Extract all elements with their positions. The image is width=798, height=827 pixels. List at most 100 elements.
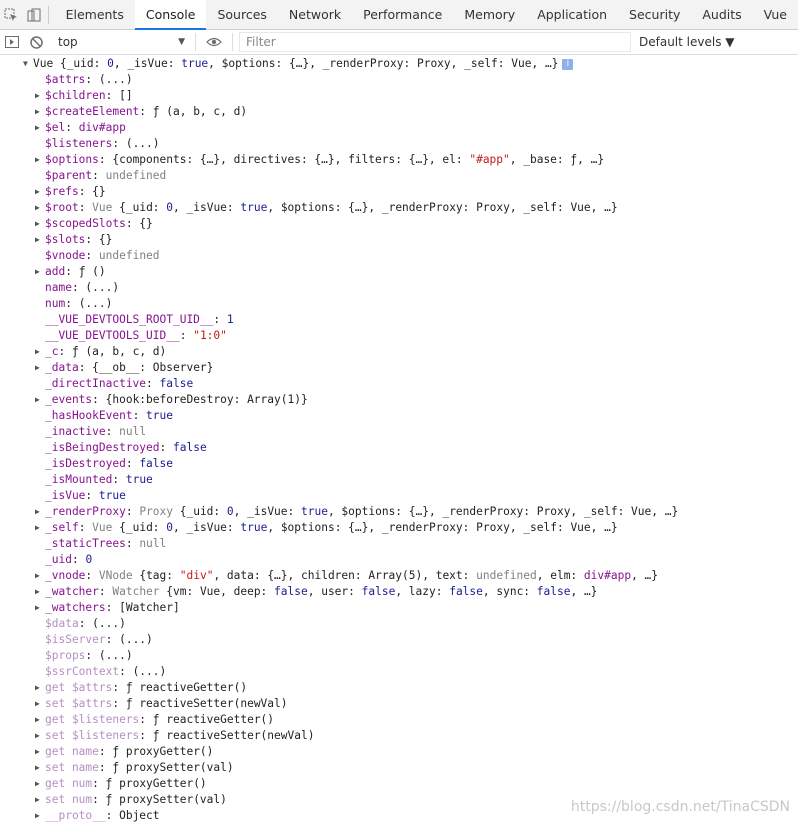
console-tree-row[interactable]: ▶ $scopedSlots: {} — [0, 216, 798, 232]
console-row-content: _isMounted: true — [45, 472, 153, 488]
property-key: _events — [45, 393, 93, 406]
live-expression-eye-icon[interactable] — [202, 30, 226, 54]
console-output[interactable]: ▼ Vue {_uid: 0, _isVue: true, $options: {… — [0, 55, 798, 824]
console-tree-row[interactable]: ▶ set $listeners: ƒ reactiveSetter(newVal… — [0, 728, 798, 744]
console-tree-row[interactable]: ▶ set name: ƒ proxySetter(val) — [0, 760, 798, 776]
expand-arrow-icon[interactable]: ▶ — [35, 120, 43, 136]
expand-arrow-icon[interactable]: ▶ — [35, 680, 43, 696]
console-tree-row[interactable]: ▶ _renderProxy: Proxy {_uid: 0, _isVue: t… — [0, 504, 798, 520]
console-tree-row[interactable]: ▶ _c: ƒ (a, b, c, d) — [0, 344, 798, 360]
console-tree-row: _isDestroyed: false — [0, 456, 798, 472]
expand-arrow-icon[interactable]: ▶ — [35, 88, 43, 104]
property-value: true — [240, 521, 268, 534]
device-toolbar-icon[interactable] — [23, 0, 46, 29]
tab-memory[interactable]: Memory — [453, 0, 526, 29]
console-row-content: name: (...) — [45, 280, 119, 296]
expand-arrow-icon[interactable]: ▶ — [35, 216, 43, 232]
property-key: _isMounted — [45, 473, 113, 486]
console-tree-row[interactable]: ▶ $slots: {} — [0, 232, 798, 248]
expand-arrow-icon[interactable]: ▶ — [35, 600, 43, 616]
console-tree-row[interactable]: ▶ get $attrs: ƒ reactiveGetter() — [0, 680, 798, 696]
console-tree-row[interactable]: ▶ $el: div#app — [0, 120, 798, 136]
console-tree-row[interactable]: ▶ add: ƒ () — [0, 264, 798, 280]
tab-security[interactable]: Security — [618, 0, 691, 29]
expand-arrow-icon[interactable]: ▶ — [35, 584, 43, 600]
console-tree-row[interactable]: ▶ _vnode: VNode {tag: "div", data: {…}, c… — [0, 568, 798, 584]
property-value: ƒ proxyGetter() — [105, 777, 207, 790]
console-row-content: __VUE_DEVTOOLS_UID__: "1:0" — [45, 328, 227, 344]
property-value: 0 — [226, 505, 234, 518]
expand-arrow-icon[interactable]: ▶ — [35, 744, 43, 760]
console-tree-row[interactable]: ▶ $root: Vue {_uid: 0, _isVue: true, $opt… — [0, 200, 798, 216]
property-value: : — [65, 265, 79, 278]
tab-vue[interactable]: Vue — [753, 0, 798, 29]
property-value: , user: — [307, 585, 362, 598]
info-icon[interactable]: i — [562, 58, 574, 70]
expand-arrow-icon[interactable]: ▶ — [35, 568, 43, 584]
expand-arrow-icon[interactable]: ▶ — [35, 808, 43, 824]
console-tree-row[interactable]: ▶ set $attrs: ƒ reactiveSetter(newVal) — [0, 696, 798, 712]
expand-arrow-icon[interactable]: ▶ — [35, 344, 43, 360]
show-sidebar-icon[interactable] — [0, 30, 24, 54]
console-row-content: $createElement: ƒ (a, b, c, d) — [45, 104, 247, 120]
property-value: : — [132, 409, 147, 422]
console-tree-row: __VUE_DEVTOOLS_ROOT_UID__: 1 — [0, 312, 798, 328]
expand-arrow-icon[interactable]: ▶ — [35, 776, 43, 792]
tab-performance[interactable]: Performance — [352, 0, 453, 29]
tab-sources[interactable]: Sources — [206, 0, 277, 29]
property-value: {_uid: — [119, 201, 167, 214]
console-tree-row[interactable]: ▶ _self: Vue {_uid: 0, _isVue: true, $opt… — [0, 520, 798, 536]
console-tree-row[interactable]: ▼ Vue {_uid: 0, _isVue: true, $options: {… — [0, 56, 798, 72]
console-tree-row[interactable]: ▶ _events: {hook:beforeDestroy: Array(1)} — [0, 392, 798, 408]
property-key: set num — [45, 793, 93, 806]
console-tree-row[interactable]: ▶ $createElement: ƒ (a, b, c, d) — [0, 104, 798, 120]
property-value: : — [139, 729, 153, 742]
property-value: : (...) — [105, 633, 153, 646]
tab-application[interactable]: Application — [526, 0, 618, 29]
expand-arrow-icon[interactable]: ▶ — [35, 200, 43, 216]
console-tree-row[interactable]: ▶ get $listeners: ƒ reactiveGetter() — [0, 712, 798, 728]
tab-elements[interactable]: Elements — [55, 0, 135, 29]
console-tree-row[interactable]: ▶ get name: ƒ proxyGetter() — [0, 744, 798, 760]
property-value: true — [98, 489, 126, 502]
tab-network[interactable]: Network — [278, 0, 352, 29]
clear-console-icon[interactable] — [24, 30, 48, 54]
expand-arrow-icon[interactable]: ▶ — [35, 360, 43, 376]
collapse-arrow-icon[interactable]: ▼ — [23, 56, 31, 72]
console-tree-row[interactable]: ▶ get num: ƒ proxyGetter() — [0, 776, 798, 792]
property-key: num — [45, 297, 66, 310]
console-row-content: get num: ƒ proxyGetter() — [45, 776, 207, 792]
property-value: : — [58, 345, 72, 358]
expand-arrow-icon[interactable]: ▶ — [35, 792, 43, 808]
property-key: _self — [45, 521, 79, 534]
expand-arrow-icon[interactable]: ▶ — [35, 232, 43, 248]
console-tree-row[interactable]: ▶ $refs: {} — [0, 184, 798, 200]
console-tree-row[interactable]: ▶ _data: {__ob__: Observer} — [0, 360, 798, 376]
console-tree-row[interactable]: ▶ _watchers: [Watcher] — [0, 600, 798, 616]
console-tree-row[interactable]: ▶ $options: {components: {…}, directives:… — [0, 152, 798, 168]
filter-input[interactable] — [239, 32, 631, 52]
property-value: : — [78, 201, 93, 214]
inspect-element-icon[interactable] — [0, 0, 23, 29]
expand-arrow-icon[interactable]: ▶ — [35, 712, 43, 728]
log-levels-dropdown[interactable]: Default levels ▼ — [639, 35, 735, 49]
property-value: , $options: {…}, _renderProxy: Proxy, _s… — [267, 521, 618, 534]
expand-arrow-icon[interactable]: ▶ — [35, 392, 43, 408]
property-value: : {} — [125, 217, 153, 230]
expand-arrow-icon[interactable]: ▶ — [35, 104, 43, 120]
tab-console[interactable]: Console — [134, 0, 207, 30]
expand-arrow-icon[interactable]: ▶ — [35, 696, 43, 712]
expand-arrow-icon[interactable]: ▶ — [35, 184, 43, 200]
expand-arrow-icon[interactable]: ▶ — [35, 728, 43, 744]
expand-arrow-icon[interactable]: ▶ — [35, 152, 43, 168]
console-tree-row[interactable]: ▶ _watcher: Watcher {vm: Vue, deep: false… — [0, 584, 798, 600]
property-value: : (...) — [65, 297, 113, 310]
console-tree-row[interactable]: ▶ $children: [] — [0, 88, 798, 104]
expand-arrow-icon[interactable]: ▶ — [35, 520, 43, 536]
tab-audits[interactable]: Audits — [691, 0, 752, 29]
context-selector[interactable]: top ▼ — [54, 32, 189, 52]
expand-arrow-icon[interactable]: ▶ — [35, 760, 43, 776]
expand-arrow-icon[interactable]: ▶ — [35, 264, 43, 280]
expand-arrow-icon[interactable]: ▶ — [35, 504, 43, 520]
console-row-content: _events: {hook:beforeDestroy: Array(1)} — [45, 392, 308, 408]
